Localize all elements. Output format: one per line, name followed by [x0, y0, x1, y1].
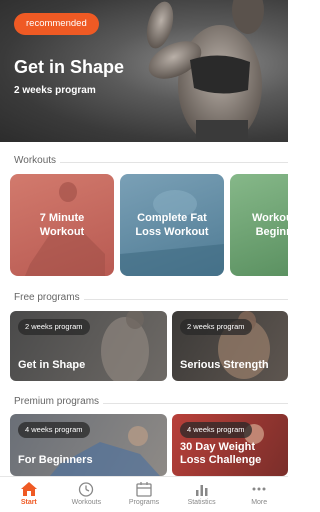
program-duration-badge: 4 weeks program	[18, 422, 90, 438]
program-title: Serious Strength	[180, 359, 269, 371]
program-duration-badge: 4 weeks program	[180, 422, 252, 438]
workout-title: 7 Minute Workout	[39, 212, 85, 238]
nav-label-start: Start	[20, 499, 37, 506]
program-card-get-in-shape[interactable]: 2 weeks program Get in Shape	[10, 311, 167, 381]
section-title-premium-programs: Premium programs	[14, 396, 104, 407]
nav-label-statistics: Statistics	[187, 499, 216, 506]
premium-programs-section-header: Premium programs	[0, 396, 288, 410]
athlete-figure-image	[146, 0, 264, 142]
nav-label-more: More	[251, 499, 268, 506]
nav-label-workouts: Workouts	[71, 499, 102, 506]
hero-subtitle: 2 weeks program	[14, 85, 96, 96]
more-dots-icon	[252, 487, 266, 491]
app-screen: recommended Get in Shape 2 weeks program…	[0, 0, 288, 512]
hero-title: Get in Shape	[14, 57, 125, 77]
section-title-workouts: Workouts	[14, 155, 61, 166]
workouts-section-header: Workouts	[0, 155, 288, 169]
nav-item-statistics[interactable]: Statistics	[173, 477, 231, 512]
program-duration-badge: 2 weeks program	[180, 319, 252, 335]
bottom-navigation: Start Workouts Programs Statistics More	[0, 476, 288, 512]
program-card-for-beginners[interactable]: 4 weeks program For Beginners	[10, 414, 167, 476]
workout-title: Workout Beginn	[252, 212, 288, 238]
program-title: Get in Shape	[18, 359, 86, 371]
recommended-badge: recommended	[14, 13, 99, 35]
calendar-icon	[136, 482, 152, 497]
program-duration-badge: 2 weeks program	[18, 319, 90, 335]
nav-item-more[interactable]: More	[230, 477, 288, 512]
program-card-serious-strength[interactable]: 2 weeks program Serious Strength	[172, 311, 288, 381]
section-title-free-programs: Free programs	[14, 292, 84, 303]
free-programs-section-header: Free programs	[0, 292, 288, 306]
workout-card-7-minute[interactable]: 7 Minute Workout	[10, 174, 114, 276]
program-title: For Beginners	[18, 454, 93, 466]
workout-card-fat-loss[interactable]: Complete Fat Loss Workout	[120, 174, 224, 276]
program-card-30-day-weight-loss[interactable]: 4 weeks program 30 Day Weight Loss Chall…	[172, 414, 288, 476]
nav-item-start[interactable]: Start	[0, 477, 58, 512]
nav-label-programs: Programs	[128, 499, 160, 506]
nav-item-programs[interactable]: Programs	[115, 477, 173, 512]
bar-chart-icon	[195, 485, 208, 496]
workout-title: Complete Fat Loss Workout	[135, 212, 209, 238]
program-title: 30 Day Weight Loss Challenge	[180, 441, 262, 466]
stopwatch-icon	[79, 482, 94, 497]
nav-item-workouts[interactable]: Workouts	[58, 477, 116, 512]
hero-banner[interactable]: recommended Get in Shape 2 weeks program	[0, 0, 288, 142]
home-icon	[20, 482, 37, 496]
workout-card-beginner[interactable]: Workout Beginn	[230, 174, 288, 276]
